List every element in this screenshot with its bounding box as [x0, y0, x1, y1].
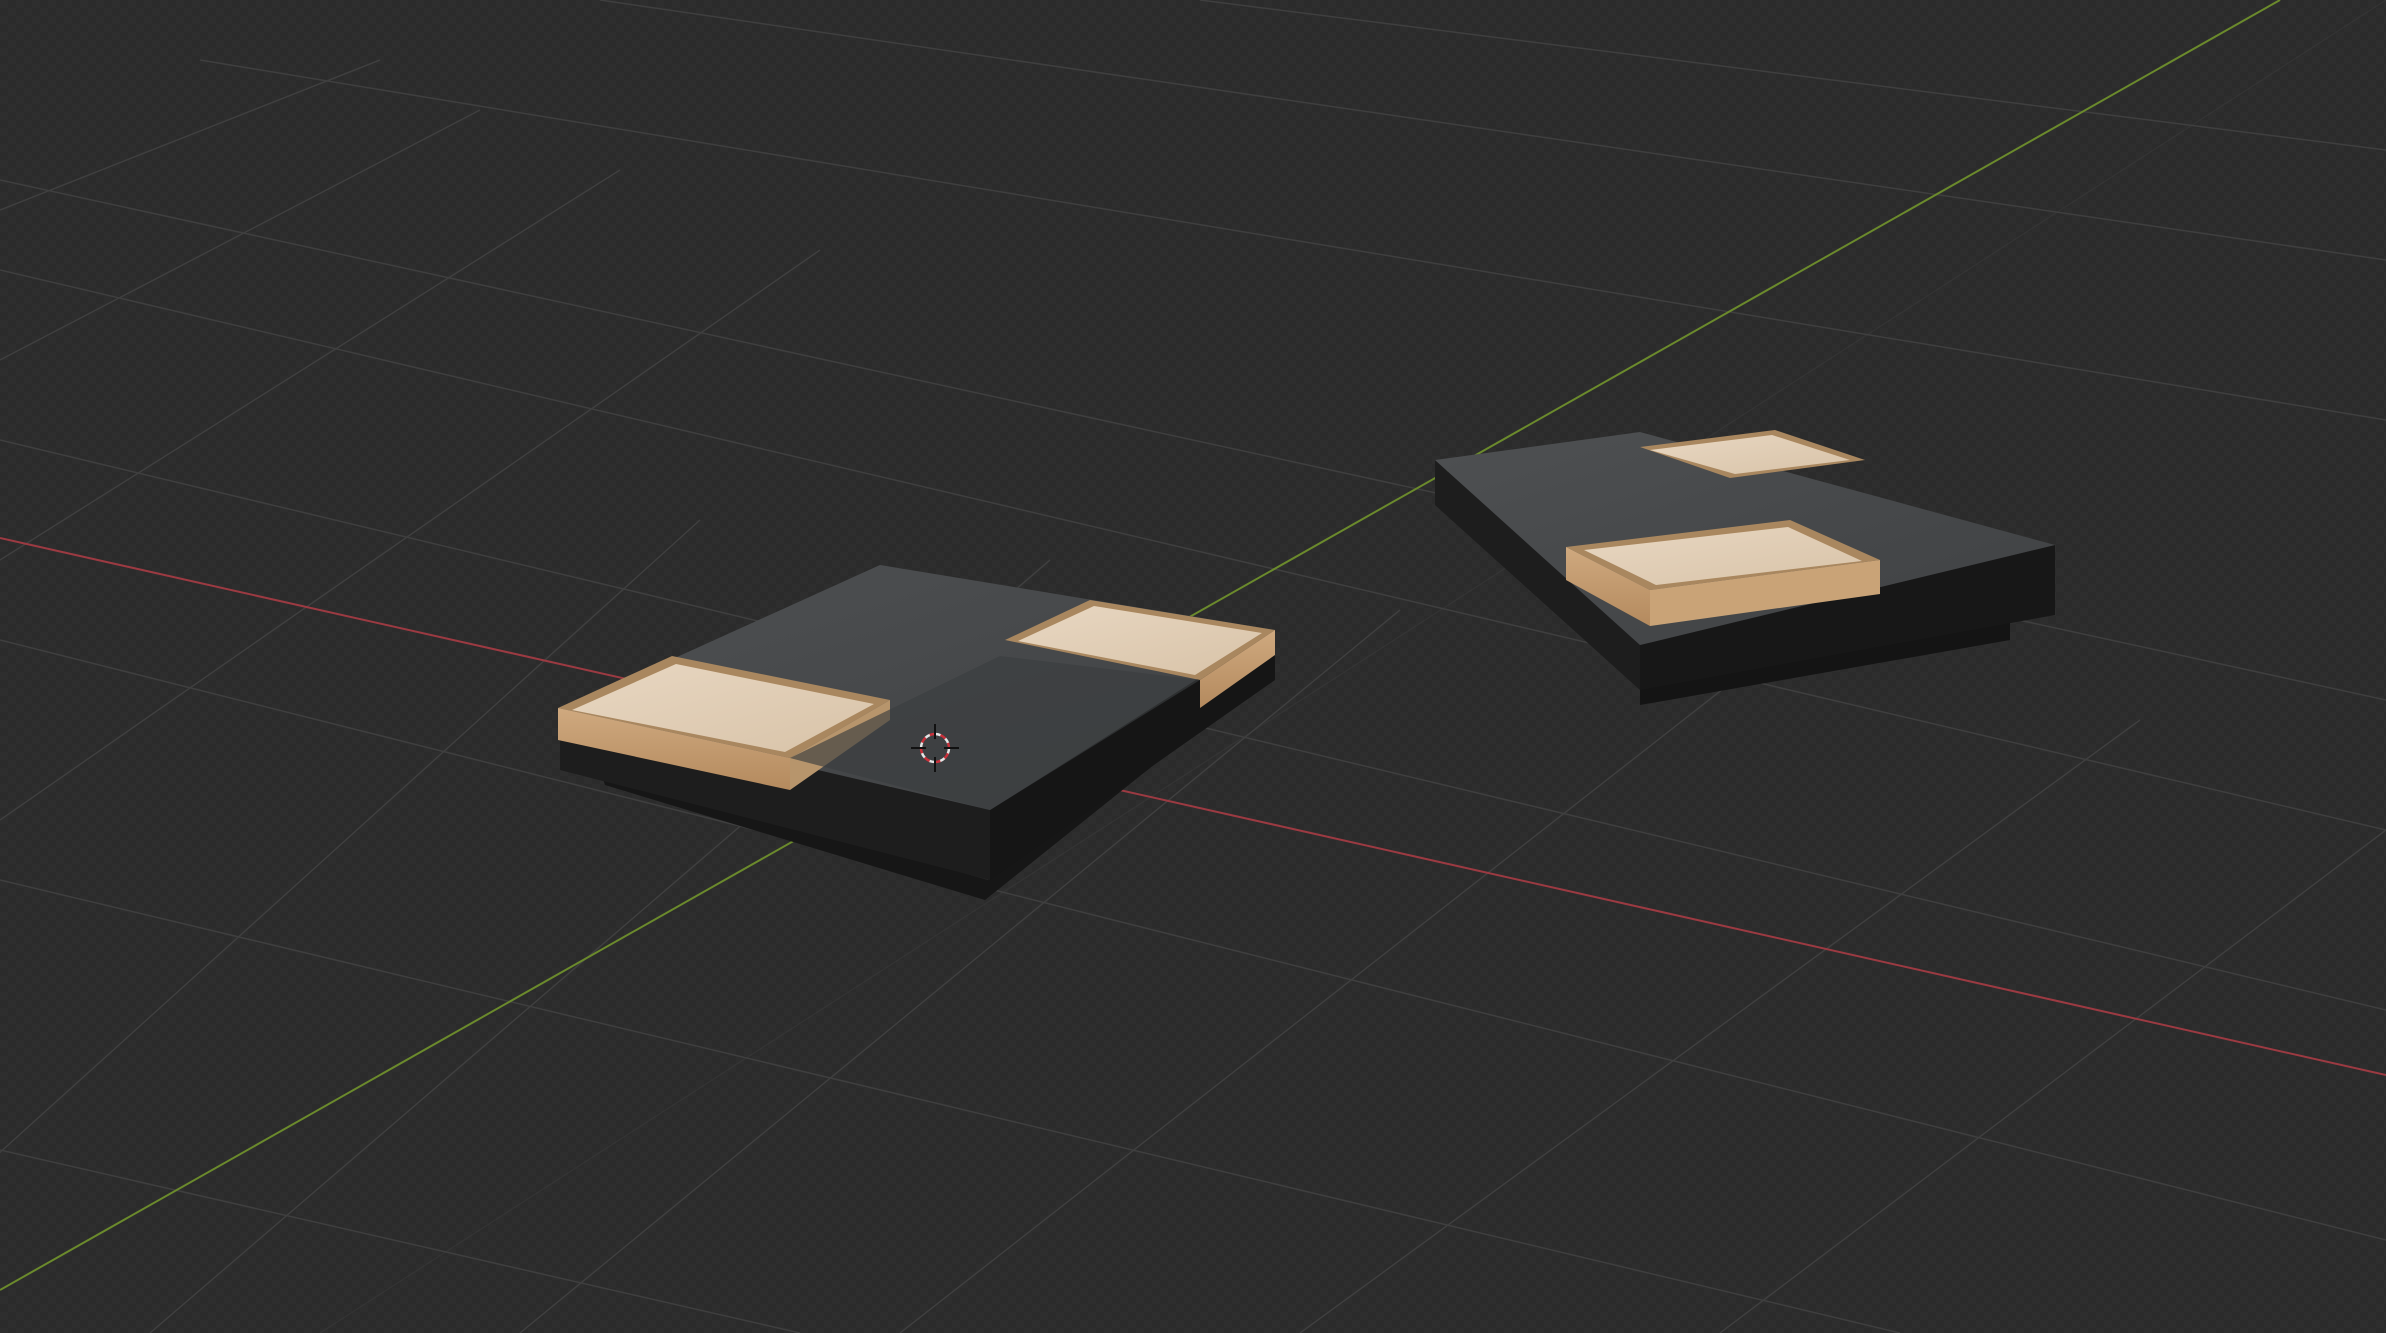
3d-viewport[interactable] — [0, 0, 2386, 1333]
viewport-canvas[interactable] — [0, 0, 2386, 1333]
